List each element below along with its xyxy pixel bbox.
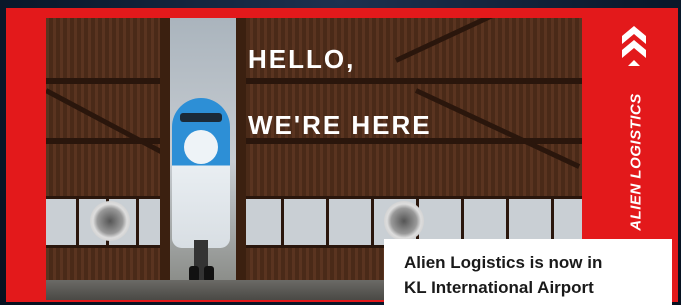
headline-hello: HELLO, [248, 44, 356, 74]
hangar-pillar [236, 18, 246, 300]
announcement-line-2: KL International Airport [404, 278, 594, 297]
airplane-cockpit [180, 113, 222, 122]
announcement-line-1: Alien Logistics is now in [404, 253, 603, 272]
brand-name: ALIEN LOGISTICS [627, 93, 645, 231]
hangar-windows-left [46, 196, 166, 248]
headline-were-here: WE'RE HERE [248, 110, 432, 140]
hangar-pillar [160, 18, 170, 300]
announcement-box: Alien Logistics is now in KL Internation… [384, 239, 672, 305]
airplane-nose [184, 130, 218, 164]
chevron-arrows-logo-icon [622, 26, 646, 66]
